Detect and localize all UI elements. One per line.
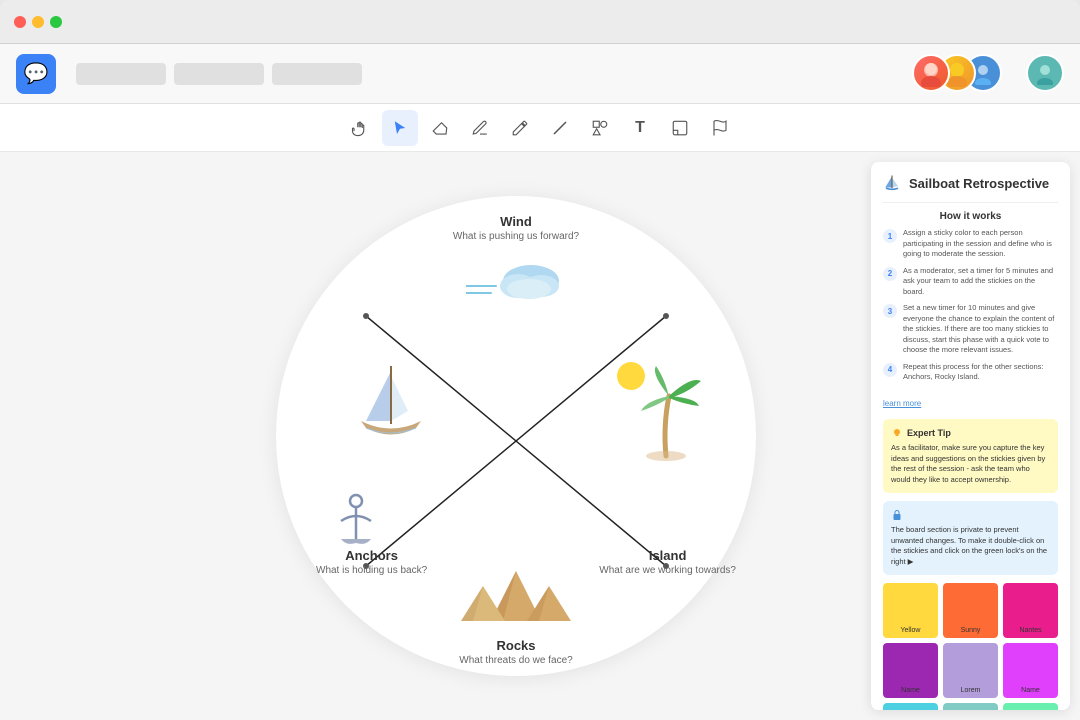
steps-list: 1 Assign a sticky color to each person p… bbox=[883, 228, 1058, 383]
hand-tool[interactable] bbox=[342, 110, 378, 146]
app-logo[interactable]: 💬 bbox=[16, 54, 56, 94]
sticky-orange-label: Sunny bbox=[961, 627, 981, 634]
lightbulb-icon bbox=[891, 427, 903, 439]
avatar-4[interactable] bbox=[1026, 54, 1064, 92]
sticky-tool[interactable] bbox=[662, 110, 698, 146]
titlebar bbox=[0, 0, 1080, 44]
text-tool[interactable]: T bbox=[622, 110, 658, 146]
label-wind: Wind What is pushing us forward? bbox=[453, 214, 579, 242]
shape-tool[interactable] bbox=[582, 110, 618, 146]
sticky-yellow-label: Yellow bbox=[901, 627, 921, 634]
sticky-teal[interactable]: Name bbox=[943, 703, 998, 710]
sticky-purple-label: Name bbox=[901, 687, 920, 694]
step-2-num: 2 bbox=[883, 267, 897, 281]
board-card-header bbox=[891, 509, 1050, 521]
sticky-lavender-label: Lorem bbox=[961, 687, 981, 694]
step-4-num: 4 bbox=[883, 363, 897, 377]
panel-header: Sailboat Retrospective bbox=[883, 174, 1058, 192]
expert-tip-header: Expert Tip bbox=[891, 427, 1050, 440]
step-4: 4 Repeat this process for the other sect… bbox=[883, 362, 1058, 383]
sticky-magenta-label: Name bbox=[1021, 687, 1040, 694]
sticky-color-grid: Yellow Sunny Nantes Name Lorem Name bbox=[883, 583, 1058, 710]
lock-icon bbox=[891, 509, 903, 521]
sailboat-icon bbox=[883, 174, 901, 192]
canvas-area[interactable]: Wind What is pushing us forward? bbox=[0, 152, 1080, 720]
wind-title: Wind bbox=[453, 214, 579, 229]
nav-item-1[interactable] bbox=[76, 63, 166, 85]
how-it-works-title: How it works bbox=[883, 211, 1058, 222]
nav-item-2[interactable] bbox=[174, 63, 264, 85]
step-1-num: 1 bbox=[883, 229, 897, 243]
sticky-green[interactable]: Name bbox=[1003, 703, 1058, 710]
line-tool[interactable] bbox=[542, 110, 578, 146]
nav-item-3[interactable] bbox=[272, 63, 362, 85]
rocks-subtitle: What threats do we face? bbox=[459, 655, 572, 666]
marker-tool[interactable] bbox=[502, 110, 538, 146]
board-card-text: The board section is private to prevent … bbox=[891, 525, 1050, 567]
step-2: 2 As a moderator, set a timer for 5 minu… bbox=[883, 266, 1058, 298]
logo-icon: 💬 bbox=[24, 61, 49, 86]
step-1: 1 Assign a sticky color to each person p… bbox=[883, 228, 1058, 260]
step-3-text: Set a new timer for 10 minutes and give … bbox=[903, 303, 1058, 356]
cloud-illustration bbox=[466, 251, 566, 311]
step-3: 3 Set a new timer for 10 minutes and giv… bbox=[883, 303, 1058, 356]
sidebar-panel: Sailboat Retrospective How it works 1 As… bbox=[870, 162, 1070, 710]
pyramid-illustration bbox=[461, 561, 571, 636]
pen-tool[interactable] bbox=[462, 110, 498, 146]
wind-subtitle: What is pushing us forward? bbox=[453, 231, 579, 242]
sticky-yellow[interactable]: Yellow bbox=[883, 583, 938, 638]
sticky-pink[interactable]: Nantes bbox=[1003, 583, 1058, 638]
sticky-cyan[interactable]: Name bbox=[883, 703, 938, 710]
eraser-tool[interactable] bbox=[422, 110, 458, 146]
avatar-1[interactable] bbox=[912, 54, 950, 92]
expert-tip-card: Expert Tip As a facilitator, make sure y… bbox=[883, 419, 1058, 494]
label-anchors: Anchors What is holding us back? bbox=[316, 548, 427, 576]
step-4-text: Repeat this process for the other sectio… bbox=[903, 362, 1058, 383]
sticky-purple[interactable]: Name bbox=[883, 643, 938, 698]
palm-illustration bbox=[611, 356, 701, 471]
sticky-orange[interactable]: Sunny bbox=[943, 583, 998, 638]
sticky-lavender[interactable]: Lorem bbox=[943, 643, 998, 698]
header-avatars bbox=[912, 54, 1064, 94]
label-rocks: Rocks What threats do we face? bbox=[459, 638, 572, 666]
learn-more-link[interactable]: learn more bbox=[883, 399, 921, 408]
step-3-num: 3 bbox=[883, 304, 897, 318]
anchor-illustration bbox=[331, 491, 381, 556]
sticky-magenta[interactable]: Name bbox=[1003, 643, 1058, 698]
toolbar: T bbox=[0, 104, 1080, 152]
close-button[interactable] bbox=[14, 16, 26, 28]
sticky-pink-label: Nantes bbox=[1019, 627, 1041, 634]
label-island: Island What are we working towards? bbox=[599, 548, 736, 576]
panel-title: Sailboat Retrospective bbox=[909, 176, 1049, 191]
select-tool[interactable] bbox=[382, 110, 418, 146]
rocks-title: Rocks bbox=[459, 638, 572, 653]
step-1-text: Assign a sticky color to each person par… bbox=[903, 228, 1058, 260]
anchors-title: Anchors bbox=[316, 548, 427, 563]
flag-tool[interactable] bbox=[702, 110, 738, 146]
island-subtitle: What are we working towards? bbox=[599, 565, 736, 576]
diagram-circle: Wind What is pushing us forward? bbox=[276, 196, 756, 676]
expert-tip-text: As a facilitator, make sure you capture … bbox=[891, 443, 1050, 485]
island-title: Island bbox=[599, 548, 736, 563]
boat-illustration bbox=[346, 356, 436, 461]
anchors-subtitle: What is holding us back? bbox=[316, 565, 427, 576]
minimize-button[interactable] bbox=[32, 16, 44, 28]
traffic-lights bbox=[14, 16, 62, 28]
app-header: 💬 bbox=[0, 44, 1080, 104]
maximize-button[interactable] bbox=[50, 16, 62, 28]
board-card: The board section is private to prevent … bbox=[883, 501, 1058, 575]
nav-pills bbox=[76, 63, 912, 85]
circle-board: Wind What is pushing us forward? bbox=[276, 196, 756, 676]
app-window: 💬 bbox=[0, 0, 1080, 720]
divider-1 bbox=[883, 202, 1058, 203]
step-2-text: As a moderator, set a timer for 5 minute… bbox=[903, 266, 1058, 298]
